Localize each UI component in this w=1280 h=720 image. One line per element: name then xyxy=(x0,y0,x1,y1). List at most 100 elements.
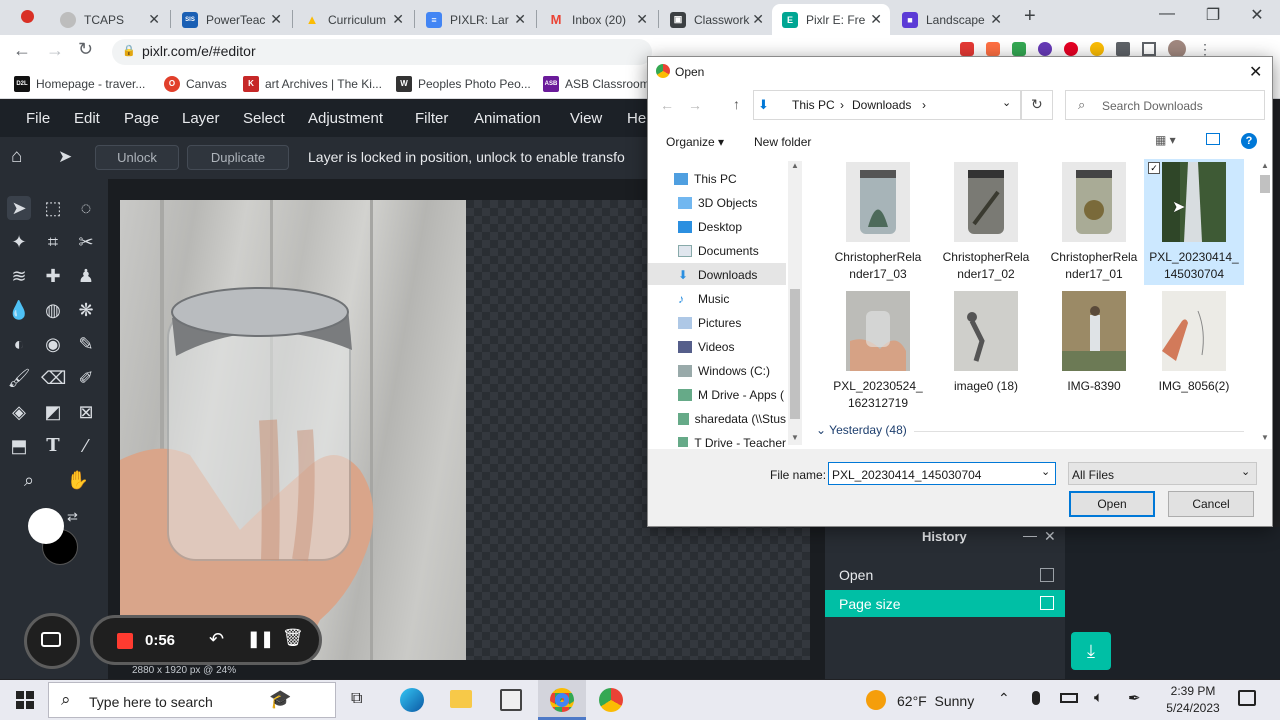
file-explorer-icon[interactable] xyxy=(450,690,472,708)
history-item-open[interactable]: Open xyxy=(825,561,1065,589)
close-icon[interactable]: ✕ xyxy=(392,11,404,28)
up-icon[interactable]: ↑ xyxy=(733,96,740,112)
zoom-icon[interactable]: ⌕ xyxy=(17,468,41,492)
marquee-icon[interactable]: ⬚ xyxy=(41,196,65,220)
menu-file[interactable]: File xyxy=(26,110,50,127)
back-icon[interactable]: ← xyxy=(660,97,674,113)
open-button[interactable]: Open xyxy=(1069,491,1155,517)
close-icon[interactable]: ✕ xyxy=(636,11,648,28)
unlock-button[interactable]: Unlock xyxy=(95,145,179,170)
window-close-icon[interactable]: ✕ xyxy=(1234,5,1280,25)
extension-icon[interactable] xyxy=(986,42,1000,56)
breadcrumb-downloads[interactable]: Downloads xyxy=(852,98,911,112)
file-item[interactable]: PXL_20230524_ 162312719 xyxy=(824,291,932,415)
filename-input[interactable]: PXL_20230414_145030704 ⌄ xyxy=(828,462,1056,485)
menu-layer[interactable]: Layer xyxy=(182,110,220,127)
forward-icon[interactable]: → xyxy=(688,97,702,113)
dialog-close-icon[interactable]: ✕ xyxy=(1249,62,1262,82)
clock-time[interactable]: 2:39 PM xyxy=(1168,684,1218,698)
nav-m-drive[interactable]: M Drive - Apps ( xyxy=(678,388,786,402)
file-item[interactable]: IMG_8056(2) xyxy=(1144,291,1252,415)
forward-icon[interactable]: → xyxy=(46,40,64,61)
breadcrumb-this-pc[interactable]: This PC xyxy=(792,98,835,112)
chevron-down-icon[interactable]: ⌄ xyxy=(1041,465,1050,478)
reload-icon[interactable]: ↻ xyxy=(78,39,93,60)
close-icon[interactable]: ✕ xyxy=(870,11,882,28)
nav-sharedata[interactable]: sharedata (\\Stus xyxy=(678,412,786,426)
bookmark-peoples-photo[interactable]: W Peoples Photo Peo... xyxy=(396,76,531,92)
foreground-color-swatch[interactable] xyxy=(28,508,64,544)
tab-inbox[interactable]: M Inbox (20) ✕ xyxy=(538,4,656,35)
fill-icon[interactable]: ◈ xyxy=(7,400,31,424)
collapse-icon[interactable]: — xyxy=(1023,527,1037,543)
taskbar-search[interactable]: ⌕ Type here to search 🎓 xyxy=(48,682,336,718)
nav-scrollbar[interactable]: ▲ ▼ xyxy=(788,161,802,445)
bookmark-art-archives[interactable]: K art Archives | The Ki... xyxy=(243,76,382,92)
weather-text[interactable]: 62°F Sunny xyxy=(897,693,974,709)
view-options-icon[interactable]: ▦ ▾ xyxy=(1155,133,1176,147)
menu-view[interactable]: View xyxy=(570,110,602,127)
path-box[interactable]: ⬇ This PC › Downloads › ⌄ xyxy=(753,90,1021,120)
liquify-icon[interactable]: ≋ xyxy=(7,264,31,288)
chrome-icon[interactable] xyxy=(599,688,623,712)
stop-record-icon[interactable] xyxy=(117,633,133,649)
nav-pictures[interactable]: Pictures xyxy=(678,316,786,330)
hand-icon[interactable]: ✋ xyxy=(66,468,90,492)
extension-icon[interactable] xyxy=(1038,42,1052,56)
file-grid-scrollbar[interactable]: ▲ ▼ xyxy=(1258,161,1272,445)
clock-date[interactable]: 5/24/2023 xyxy=(1162,701,1224,715)
menu-help[interactable]: He xyxy=(627,110,646,127)
checkbox-icon[interactable]: ✓ xyxy=(1148,162,1160,174)
edge-icon[interactable] xyxy=(400,688,424,712)
tab-curriculum[interactable]: ▲ Curriculum ✕ xyxy=(294,4,412,35)
bookmark-asb-classroom[interactable]: ASB ASB Classroom xyxy=(543,76,650,92)
shape-icon[interactable]: ⊠ xyxy=(74,400,98,424)
swap-colors-icon[interactable]: ⇄ xyxy=(67,509,78,525)
close-icon[interactable]: ✕ xyxy=(990,11,1002,28)
close-icon[interactable]: ✕ xyxy=(148,11,160,28)
cutout-icon[interactable]: ✂ xyxy=(74,230,98,254)
file-item[interactable]: image0 (18) xyxy=(932,291,1040,415)
address-bar[interactable]: 🔒 pixlr.com/e/#editor xyxy=(112,39,652,65)
nav-downloads[interactable]: ⬇ Downloads xyxy=(678,268,786,282)
menu-animation[interactable]: Animation xyxy=(474,110,541,127)
gradient-icon[interactable]: ◩ xyxy=(41,400,65,424)
sponge-icon[interactable]: ◍ xyxy=(41,298,65,322)
arrange-icon[interactable]: ➤ xyxy=(7,196,31,220)
notification-icon[interactable] xyxy=(1238,690,1256,706)
download-button[interactable]: ⤓ xyxy=(1071,632,1111,670)
chevron-down-icon[interactable]: ⌄ xyxy=(1002,96,1011,109)
undo-icon[interactable]: ↶ xyxy=(209,629,224,650)
pen-icon[interactable]: ✒ xyxy=(1128,689,1141,707)
home-icon[interactable]: ⌂ xyxy=(11,146,22,168)
menu-edit[interactable]: Edit xyxy=(74,110,100,127)
puzzle-icon[interactable] xyxy=(1116,42,1130,56)
new-tab-icon[interactable]: + xyxy=(1024,5,1036,28)
nav-music[interactable]: ♪ Music xyxy=(678,292,786,306)
heal-icon[interactable]: ✚ xyxy=(41,264,65,288)
clone-stamp-icon[interactable]: ♟ xyxy=(74,264,98,288)
filetype-select[interactable]: All Files ⌄ xyxy=(1068,462,1257,485)
nav-this-pc[interactable]: This PC xyxy=(674,172,782,186)
arrange-tool-icon[interactable]: ➤ xyxy=(58,147,72,167)
volume-icon[interactable]: 🔈︎ xyxy=(1094,689,1103,706)
tab-powerteacher[interactable]: SIS PowerTeac ✕ xyxy=(172,4,290,35)
jar-photo[interactable] xyxy=(120,200,466,660)
search-box[interactable]: ⌕ Search Downloads xyxy=(1065,90,1265,120)
pinterest-icon[interactable] xyxy=(1064,42,1078,56)
menu-select[interactable]: Select xyxy=(243,110,285,127)
minimize-icon[interactable]: — xyxy=(1144,5,1190,23)
file-item[interactable]: ChristopherRela nder17_01 xyxy=(1040,162,1148,286)
nav-3d-objects[interactable]: 3D Objects xyxy=(678,196,786,210)
file-item-selected[interactable]: ✓ PXL_20230414_ 145030704 xyxy=(1144,159,1244,285)
chrome-icon[interactable] xyxy=(550,688,574,712)
new-folder-button[interactable]: New folder xyxy=(754,135,811,149)
battery-icon[interactable] xyxy=(1060,693,1078,703)
file-item[interactable]: ChristopherRela nder17_03 xyxy=(824,162,932,286)
tab-classwork[interactable]: ▣ Classwork ✕ xyxy=(660,4,772,35)
extension-icon[interactable] xyxy=(960,42,974,56)
file-item[interactable]: ChristopherRela nder17_02 xyxy=(932,162,1040,286)
show-hidden-icons[interactable]: ⌃ xyxy=(998,690,1010,707)
lasso-icon[interactable]: ◌ xyxy=(74,196,98,220)
preview-pane-icon[interactable] xyxy=(1206,133,1220,145)
